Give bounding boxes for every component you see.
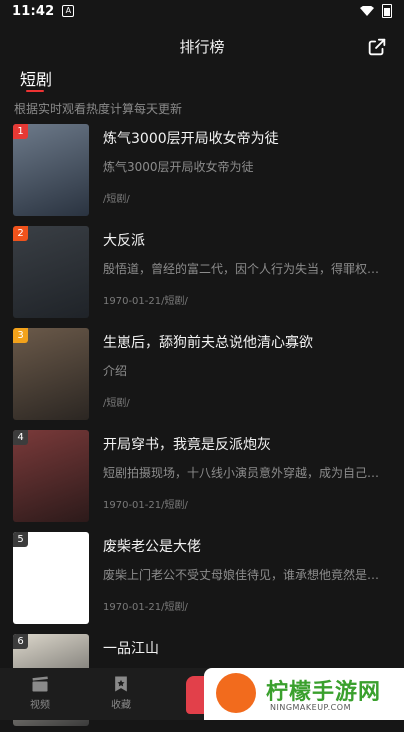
rank-badge: 1 xyxy=(13,124,28,139)
notification-a-icon: A xyxy=(62,5,75,17)
nav-item-video[interactable]: 视频 xyxy=(20,674,60,711)
list-item[interactable]: 3 生崽后，舔狗前夫总说他清心寡欲 介绍 /短剧/ xyxy=(0,324,404,426)
watermark-title: 柠檬手游网 xyxy=(266,680,382,705)
list-item[interactable]: 1 炼气3000层开局收女帝为徒 炼气3000层开局收女帝为徒 /短剧/ xyxy=(0,120,404,222)
rank-badge: 3 xyxy=(13,328,28,343)
clapperboard-icon xyxy=(32,676,48,692)
nav-item-favorites[interactable]: 收藏 xyxy=(101,674,141,711)
poster-image: 1 xyxy=(13,124,89,216)
list-item[interactable]: 5 废柴老公是大佬 废柴上门老公不受丈母娘佳待见，谁承想他竟然是隐… 1970-… xyxy=(0,528,404,630)
rank-badge: 6 xyxy=(13,634,28,649)
tab-indicator xyxy=(26,90,44,92)
ranking-list: 1 炼气3000层开局收女帝为徒 炼气3000层开局收女帝为徒 /短剧/ 2 大… xyxy=(0,120,404,732)
rank-badge: 5 xyxy=(13,532,28,547)
drama-title: 大反派 xyxy=(103,233,145,249)
poster-image: 4 xyxy=(13,430,89,522)
drama-title: 生崽后，舔狗前夫总说他清心寡欲 xyxy=(103,335,313,351)
drama-meta: 1970-01-21/短剧/ xyxy=(103,602,188,613)
drama-meta: /短剧/ xyxy=(103,398,130,409)
nav-label-favorites: 收藏 xyxy=(111,700,131,711)
bookmark-star-icon xyxy=(115,676,127,692)
status-bar: 11:42 A xyxy=(0,0,404,22)
drama-description: 炼气3000层开局收女帝为徒 xyxy=(103,160,254,174)
status-time: 11:42 xyxy=(12,3,55,19)
poster-image: 2 xyxy=(13,226,89,318)
tab-short-drama[interactable]: 短剧 xyxy=(20,66,52,90)
ranking-subtitle: 根据实时观看热度计算每天更新 xyxy=(14,102,183,116)
drama-description: 介绍 xyxy=(103,364,128,378)
rank-badge: 2 xyxy=(13,226,28,241)
drama-meta: /短剧/ xyxy=(103,194,130,205)
list-item[interactable]: 4 开局穿书，我竟是反派炮灰 短剧拍摄现场，十八线小演员意外穿越，成为自己饰… … xyxy=(0,426,404,528)
poster-image: 3 xyxy=(13,328,89,420)
drama-meta: 1970-01-21/短剧/ xyxy=(103,296,188,307)
share-icon[interactable] xyxy=(366,36,388,58)
poster-image: 5 xyxy=(13,532,89,624)
lemon-logo-icon xyxy=(216,673,256,713)
drama-meta: 1970-01-21/短剧/ xyxy=(103,500,188,511)
drama-title: 废柴老公是大佬 xyxy=(103,539,201,555)
nav-label-video: 视频 xyxy=(30,700,50,711)
watermark-url: NINGMAKEUP.COM xyxy=(270,703,351,712)
page-title: 排行榜 xyxy=(179,38,225,56)
list-item[interactable]: 2 大反派 殷悟道，曾经的富二代，因个人行为失当，得罪权贵… 1970-01-2… xyxy=(0,222,404,324)
drama-description: 废柴上门老公不受丈母娘佳待见，谁承想他竟然是隐… xyxy=(103,568,387,582)
drama-description: 短剧拍摄现场，十八线小演员意外穿越，成为自己饰… xyxy=(103,466,387,480)
watermark-banner: 柠檬手游网 NINGMAKEUP.COM xyxy=(204,668,404,720)
battery-icon xyxy=(382,4,392,18)
drama-title: 开局穿书，我竟是反派炮灰 xyxy=(103,437,271,453)
drama-description: 殷悟道，曾经的富二代，因个人行为失当，得罪权贵… xyxy=(103,262,387,276)
drama-title: 一品江山 xyxy=(103,641,159,657)
drama-title: 炼气3000层开局收女帝为徒 xyxy=(103,131,279,147)
rank-badge: 4 xyxy=(13,430,28,445)
wifi-icon xyxy=(360,6,374,16)
